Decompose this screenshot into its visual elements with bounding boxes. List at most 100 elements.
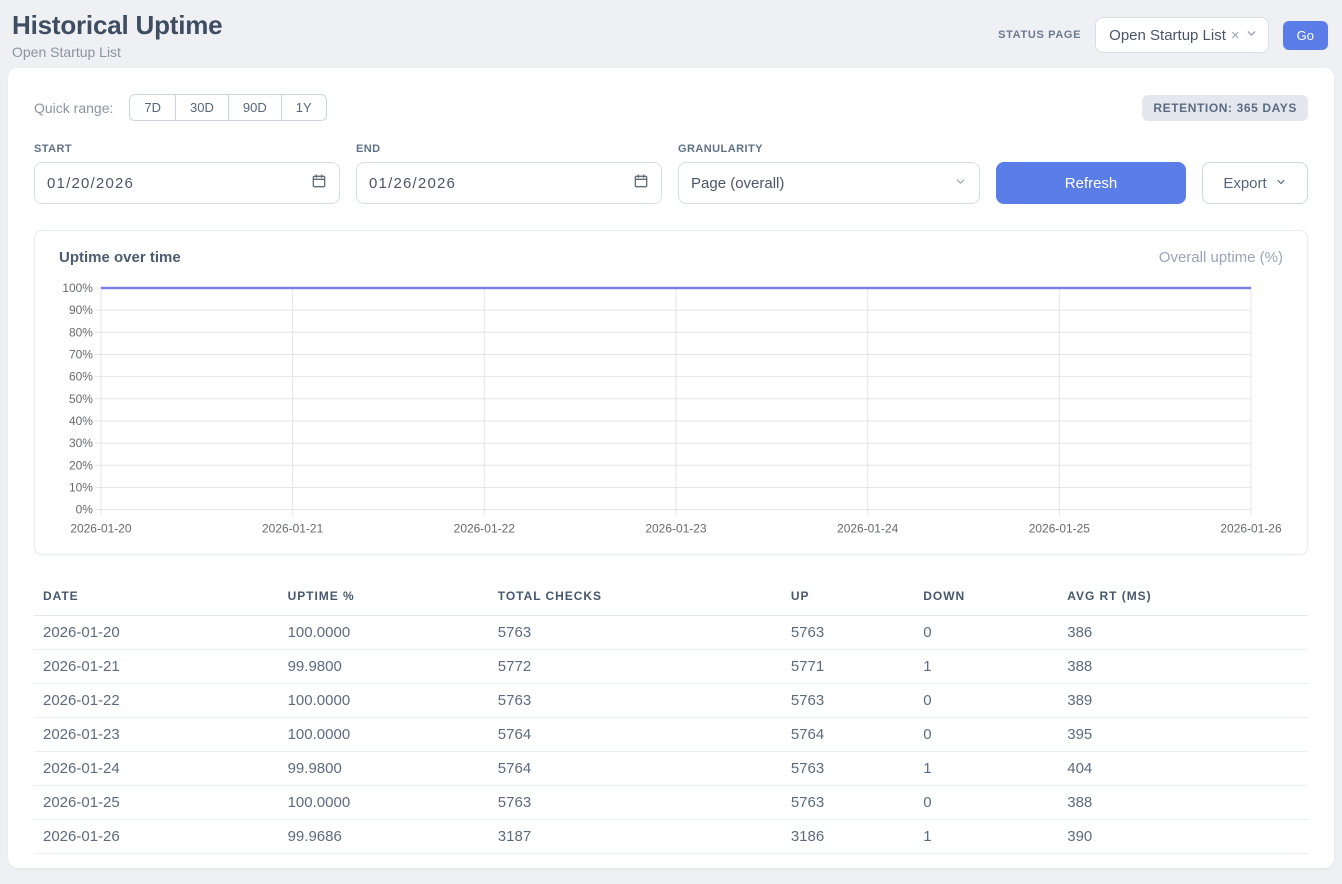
status-page-value: Open Startup List bbox=[1109, 27, 1226, 44]
quick-range-group: 7D30D90D1Y bbox=[129, 94, 326, 121]
table-cell: 2026-01-24 bbox=[34, 751, 279, 785]
end-date-input[interactable]: 01/26/2026 bbox=[356, 162, 662, 204]
main-panel: Quick range: 7D30D90D1Y RETENTION: 365 D… bbox=[8, 68, 1334, 868]
topbar: Historical Uptime Open Startup List STAT… bbox=[0, 0, 1342, 68]
quick-range-row: Quick range: 7D30D90D1Y RETENTION: 365 D… bbox=[34, 94, 1308, 121]
table-cell: 389 bbox=[1058, 683, 1308, 717]
table-cell: 2026-01-20 bbox=[34, 615, 279, 649]
export-button-label: Export bbox=[1223, 175, 1266, 192]
svg-text:0%: 0% bbox=[76, 503, 94, 517]
status-page-label: STATUS PAGE bbox=[998, 29, 1081, 41]
svg-text:100%: 100% bbox=[62, 281, 93, 295]
calendar-icon[interactable] bbox=[633, 173, 649, 193]
table-row: 2026-01-2499.9800576457631404 bbox=[34, 751, 1308, 785]
chevron-down-icon bbox=[954, 175, 967, 192]
svg-text:10%: 10% bbox=[69, 480, 93, 494]
uptime-chart: 0%10%20%30%40%50%60%70%80%90%100%2026-01… bbox=[59, 278, 1283, 540]
table-cell: 2026-01-22 bbox=[34, 683, 279, 717]
table-cell: 5764 bbox=[489, 717, 782, 751]
table-cell: 2026-01-26 bbox=[34, 819, 279, 853]
end-field: END 01/26/2026 bbox=[356, 143, 662, 204]
go-button[interactable]: Go bbox=[1283, 21, 1328, 50]
start-field: START 01/20/2026 bbox=[34, 143, 340, 204]
table-row: 2026-01-22100.0000576357630389 bbox=[34, 683, 1308, 717]
uptime-chart-svg: 0%10%20%30%40%50%60%70%80%90%100%2026-01… bbox=[59, 278, 1283, 540]
table-cell: 5771 bbox=[782, 649, 914, 683]
quick-range-1y-button[interactable]: 1Y bbox=[281, 94, 327, 121]
table-cell: 5763 bbox=[782, 751, 914, 785]
export-button[interactable]: Export bbox=[1202, 162, 1308, 204]
table-cell: 5763 bbox=[782, 683, 914, 717]
table-cell: 100.0000 bbox=[279, 615, 489, 649]
table-cell: 100.0000 bbox=[279, 717, 489, 751]
table-cell: 5763 bbox=[489, 683, 782, 717]
svg-text:60%: 60% bbox=[69, 370, 93, 384]
column-header: TOTAL CHECKS bbox=[489, 581, 782, 616]
start-date-value: 01/20/2026 bbox=[47, 175, 134, 192]
svg-text:70%: 70% bbox=[69, 347, 93, 361]
quick-range-7d-button[interactable]: 7D bbox=[129, 94, 176, 121]
column-header: UP bbox=[782, 581, 914, 616]
column-header: UPTIME % bbox=[279, 581, 489, 616]
chart-header: Uptime over time Overall uptime (%) bbox=[59, 249, 1283, 266]
quick-range-90d-button[interactable]: 90D bbox=[228, 94, 282, 121]
table-cell: 0 bbox=[914, 683, 1058, 717]
table-row: 2026-01-2199.9800577257711388 bbox=[34, 649, 1308, 683]
table-row: 2026-01-25100.0000576357630388 bbox=[34, 785, 1308, 819]
calendar-icon[interactable] bbox=[311, 173, 327, 193]
granularity-value: Page (overall) bbox=[691, 175, 784, 192]
refresh-button[interactable]: Refresh bbox=[996, 162, 1186, 204]
table-cell: 5763 bbox=[489, 615, 782, 649]
svg-text:2026-01-23: 2026-01-23 bbox=[645, 522, 707, 536]
table-cell: 100.0000 bbox=[279, 785, 489, 819]
clear-icon[interactable]: × bbox=[1231, 28, 1240, 43]
column-header: DATE bbox=[34, 581, 279, 616]
table-cell: 99.9800 bbox=[279, 751, 489, 785]
table-cell: 5772 bbox=[489, 649, 782, 683]
table-cell: 5763 bbox=[489, 785, 782, 819]
chart-title: Uptime over time bbox=[59, 249, 181, 266]
table-cell: 1 bbox=[914, 819, 1058, 853]
quick-range-30d-button[interactable]: 30D bbox=[175, 94, 229, 121]
quick-range-label: Quick range: bbox=[34, 100, 113, 116]
table-cell: 388 bbox=[1058, 785, 1308, 819]
svg-text:40%: 40% bbox=[69, 414, 93, 428]
chevron-down-icon bbox=[1275, 175, 1287, 192]
uptime-table: DATEUPTIME %TOTAL CHECKSUPDOWNAVG RT (MS… bbox=[34, 581, 1308, 854]
svg-text:90%: 90% bbox=[69, 303, 93, 317]
table-cell: 100.0000 bbox=[279, 683, 489, 717]
granularity-label: GRANULARITY bbox=[678, 143, 980, 155]
svg-text:30%: 30% bbox=[69, 436, 93, 450]
topbar-controls: STATUS PAGE Open Startup List × Go bbox=[998, 17, 1328, 53]
uptime-table-wrap: DATEUPTIME %TOTAL CHECKSUPDOWNAVG RT (MS… bbox=[34, 581, 1308, 854]
svg-text:2026-01-24: 2026-01-24 bbox=[837, 522, 899, 536]
table-cell: 1 bbox=[914, 751, 1058, 785]
table-cell: 2026-01-23 bbox=[34, 717, 279, 751]
svg-text:80%: 80% bbox=[69, 325, 93, 339]
title-block: Historical Uptime Open Startup List bbox=[12, 10, 222, 60]
table-cell: 2026-01-21 bbox=[34, 649, 279, 683]
table-cell: 390 bbox=[1058, 819, 1308, 853]
table-row: 2026-01-23100.0000576457640395 bbox=[34, 717, 1308, 751]
svg-text:2026-01-25: 2026-01-25 bbox=[1029, 522, 1091, 536]
status-page-select[interactable]: Open Startup List × bbox=[1095, 17, 1269, 53]
column-header: AVG RT (MS) bbox=[1058, 581, 1308, 616]
table-cell: 386 bbox=[1058, 615, 1308, 649]
end-label: END bbox=[356, 143, 662, 155]
granularity-field: GRANULARITY Page (overall) bbox=[678, 143, 980, 204]
start-label: START bbox=[34, 143, 340, 155]
svg-text:2026-01-20: 2026-01-20 bbox=[70, 522, 132, 536]
table-cell: 404 bbox=[1058, 751, 1308, 785]
table-row: 2026-01-2699.9686318731861390 bbox=[34, 819, 1308, 853]
page-subtitle: Open Startup List bbox=[12, 44, 222, 60]
table-cell: 5763 bbox=[782, 615, 914, 649]
start-date-input[interactable]: 01/20/2026 bbox=[34, 162, 340, 204]
column-header: DOWN bbox=[914, 581, 1058, 616]
table-header-row: DATEUPTIME %TOTAL CHECKSUPDOWNAVG RT (MS… bbox=[34, 581, 1308, 616]
table-body: 2026-01-20100.00005763576303862026-01-21… bbox=[34, 615, 1308, 853]
table-row: 2026-01-20100.0000576357630386 bbox=[34, 615, 1308, 649]
svg-text:2026-01-26: 2026-01-26 bbox=[1220, 522, 1282, 536]
granularity-select[interactable]: Page (overall) bbox=[678, 162, 980, 204]
table-cell: 3186 bbox=[782, 819, 914, 853]
table-cell: 395 bbox=[1058, 717, 1308, 751]
